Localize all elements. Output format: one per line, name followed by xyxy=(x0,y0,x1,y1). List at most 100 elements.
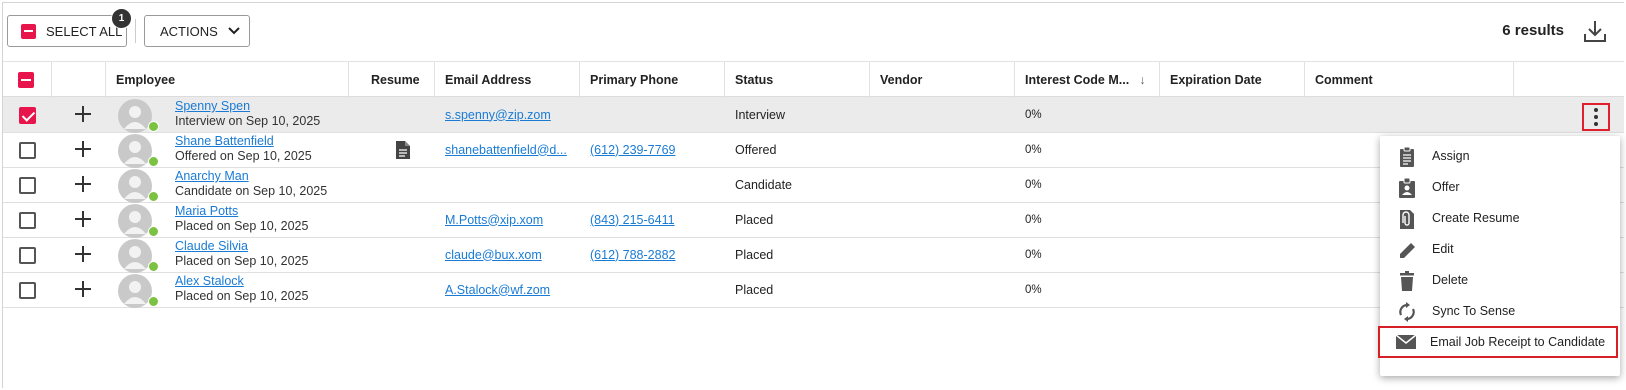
row-context-menu: Assign Offer Create Resume Edit Delete S… xyxy=(1378,136,1620,376)
column-header-comment[interactable]: Comment xyxy=(1305,62,1514,97)
menu-item-offer[interactable]: Offer xyxy=(1380,171,1620,203)
email-link[interactable]: A.Stalock@wf.zom xyxy=(445,283,550,297)
online-status-dot xyxy=(148,121,159,132)
email-cell: s.spenny@zip.zom xyxy=(435,97,580,132)
row-checkbox[interactable] xyxy=(19,212,36,229)
phone-link[interactable]: (612) 239-7769 xyxy=(590,143,675,157)
expand-row-plus-icon[interactable] xyxy=(74,280,92,298)
kebab-dot xyxy=(1594,122,1598,126)
email-link[interactable]: M.Potts@xip.xom xyxy=(445,213,543,227)
menu-item-email-job-receipt[interactable]: Email Job Receipt to Candidate xyxy=(1378,326,1618,358)
column-header-phone[interactable]: Primary Phone xyxy=(580,62,725,97)
sort-descending-icon: ↓ xyxy=(1139,72,1146,87)
menu-item-label: Sync To Sense xyxy=(1432,304,1516,318)
menu-item-label: Offer xyxy=(1432,180,1460,194)
trash-icon xyxy=(1400,271,1414,291)
employee-name-link[interactable]: Spenny Spen xyxy=(175,99,320,114)
interest-code-cell: 0% xyxy=(1025,178,1042,191)
column-header-resume[interactable]: Resume xyxy=(349,62,435,97)
resume-document-icon[interactable] xyxy=(395,140,411,160)
email-cell: claude@bux.xom xyxy=(435,237,580,272)
toolbar-divider xyxy=(135,19,136,43)
actions-dropdown-button[interactable]: ACTIONS xyxy=(144,15,250,47)
status-cell: Offered xyxy=(735,142,777,157)
interest-code-cell: 0% xyxy=(1025,108,1042,121)
row-checkbox[interactable] xyxy=(19,177,36,194)
row-checkbox[interactable] xyxy=(19,247,36,264)
menu-item-delete[interactable]: Delete xyxy=(1380,264,1620,296)
column-header-employee[interactable]: Employee xyxy=(106,62,349,97)
phone-cell xyxy=(580,167,725,202)
status-cell: Candidate xyxy=(735,177,792,192)
table-row[interactable]: Spenny Spen Interview on Sep 10, 2025 s.sp… xyxy=(3,97,1624,133)
avatar xyxy=(118,169,152,203)
row-checkbox[interactable] xyxy=(19,282,36,299)
expand-row-plus-icon[interactable] xyxy=(74,140,92,158)
phone-link[interactable]: (843) 215-6411 xyxy=(590,213,675,227)
employee-cell: Alex Stalock Placed on Sep 10, 2025 xyxy=(175,274,308,304)
results-count: 6 results xyxy=(1502,22,1564,39)
online-status-dot xyxy=(148,226,159,237)
online-status-dot xyxy=(148,191,159,202)
column-header-interest-code-label: Interest Code M... xyxy=(1025,72,1130,87)
kebab-dot xyxy=(1594,108,1598,112)
menu-item-edit[interactable]: Edit xyxy=(1380,233,1620,265)
employee-name-link[interactable]: Shane Battenfield xyxy=(175,134,312,149)
expand-row-plus-icon[interactable] xyxy=(74,175,92,193)
column-header-expiration-date[interactable]: Expiration Date xyxy=(1160,62,1305,97)
phone-cell: (612) 788-2882 xyxy=(580,237,725,272)
employee-status-date: Placed on Sep 10, 2025 xyxy=(175,254,309,268)
online-status-dot xyxy=(148,261,159,272)
row-checkbox[interactable] xyxy=(19,107,36,124)
online-status-dot xyxy=(148,156,159,167)
attachment-icon xyxy=(1400,210,1414,229)
header-checkbox-cell xyxy=(3,62,52,97)
clipboard-icon xyxy=(1400,146,1414,167)
email-cell xyxy=(435,167,580,202)
employee-name-link[interactable]: Claude Silvia xyxy=(175,239,308,254)
employee-status-date: Candidate on Sep 10, 2025 xyxy=(175,184,328,198)
employee-name-link[interactable]: Maria Potts xyxy=(175,204,308,219)
expand-row-plus-icon[interactable] xyxy=(74,105,92,123)
email-link[interactable]: claude@bux.xom xyxy=(445,248,542,262)
row-actions-kebab-button[interactable] xyxy=(1582,103,1610,131)
header-select-all-checkbox[interactable] xyxy=(18,72,34,88)
phone-cell xyxy=(580,97,725,132)
expand-row-plus-icon[interactable] xyxy=(74,245,92,263)
employee-name-link[interactable]: Anarchy Man xyxy=(175,169,327,184)
status-cell: Placed xyxy=(735,282,774,297)
envelope-icon xyxy=(1395,334,1417,349)
row-checkbox[interactable] xyxy=(19,142,36,159)
column-header-email[interactable]: Email Address xyxy=(435,62,580,97)
menu-item-sync-to-sense[interactable]: Sync To Sense xyxy=(1380,295,1620,327)
employee-cell: Anarchy Man Candidate on Sep 10, 2025 xyxy=(175,169,327,199)
online-status-dot xyxy=(148,296,159,307)
menu-item-create-resume[interactable]: Create Resume xyxy=(1380,202,1620,234)
email-link[interactable]: s.spenny@zip.zom xyxy=(445,108,551,122)
selected-count-badge: 1 xyxy=(111,8,132,29)
select-all-button[interactable]: SELECT ALL xyxy=(7,15,127,47)
select-all-label: SELECT ALL xyxy=(46,23,123,39)
resume-cell xyxy=(395,140,411,165)
expand-row-plus-icon[interactable] xyxy=(74,210,92,228)
sync-icon xyxy=(1399,302,1415,322)
avatar xyxy=(118,239,152,273)
table-header: Employee Resume Email Address Primary Ph… xyxy=(3,61,1624,97)
select-all-indeterminate-icon xyxy=(21,23,36,39)
email-link[interactable]: shanebattenfield@d... xyxy=(445,143,567,157)
interest-code-cell: 0% xyxy=(1025,143,1042,156)
phone-link[interactable]: (612) 788-2882 xyxy=(590,248,675,262)
interest-code-cell: 0% xyxy=(1025,283,1042,296)
menu-item-label: Create Resume xyxy=(1432,211,1520,225)
column-header-interest-code[interactable]: Interest Code M... ↓ xyxy=(1015,62,1160,97)
actions-label: ACTIONS xyxy=(160,23,218,39)
status-cell: Interview xyxy=(735,107,786,122)
employee-name-link[interactable]: Alex Stalock xyxy=(175,274,308,289)
column-header-vendor[interactable]: Vendor xyxy=(870,62,1015,97)
download-icon[interactable] xyxy=(1582,18,1608,44)
column-header-status[interactable]: Status xyxy=(725,62,870,97)
employee-status-date: Offered on Sep 10, 2025 xyxy=(175,149,312,163)
menu-item-assign[interactable]: Assign xyxy=(1380,140,1620,172)
employee-cell: Shane Battenfield Offered on Sep 10, 2025 xyxy=(175,134,312,164)
employee-status-date: Interview on Sep 10, 2025 xyxy=(175,114,321,128)
